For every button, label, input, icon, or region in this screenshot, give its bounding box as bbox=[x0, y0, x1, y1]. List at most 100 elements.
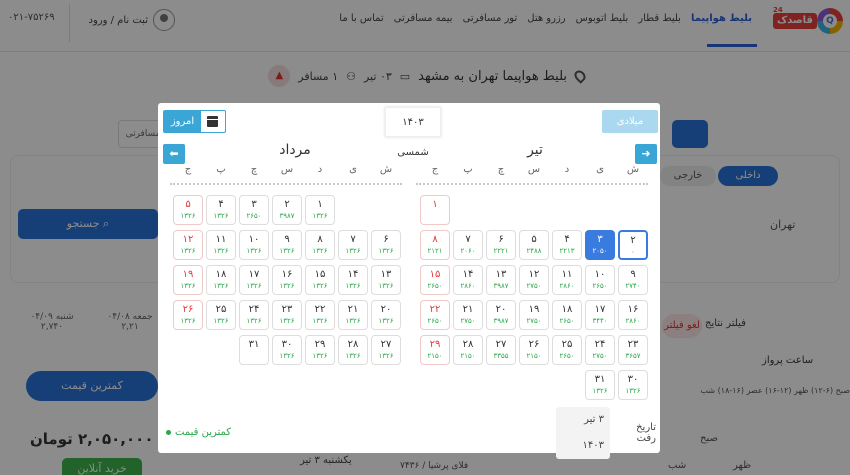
day-cell[interactable]: ۲۴ ۲۷۵۰ bbox=[585, 335, 615, 365]
day-number: ۲۳ bbox=[627, 339, 639, 350]
divider-dots bbox=[416, 183, 648, 185]
day-cell[interactable]: ۸ ۱۳۲۶ bbox=[305, 230, 335, 260]
day-price: ۲۴۸۸ bbox=[526, 247, 542, 255]
day-cell[interactable]: ۲۷ ۳۳۵۵ bbox=[486, 335, 516, 365]
day-number: ۲۳ bbox=[281, 304, 293, 315]
day-number: ۱۰ bbox=[594, 269, 606, 280]
day-price: ۱۳۲۶ bbox=[180, 212, 196, 220]
day-cell[interactable]: ۲ ۳۹۸۷ bbox=[272, 195, 302, 225]
day-cell[interactable]: ۹ ۲۷۴۰ bbox=[618, 265, 648, 295]
divider-dots bbox=[170, 183, 402, 185]
day-cell[interactable]: ۴ ۱۳۲۶ bbox=[206, 195, 236, 225]
day-cell[interactable]: ۱۶ ۱۳۲۶ bbox=[272, 265, 302, 295]
today-button[interactable]: امروز bbox=[164, 111, 201, 132]
day-cell[interactable]: ۱۲ ۲۷۵۰ bbox=[519, 265, 549, 295]
day-cell[interactable]: ۳ ۲۰۵۰ bbox=[585, 230, 615, 260]
day-cell[interactable]: ۲۵ ۱۳۲۶ bbox=[206, 300, 236, 330]
day-price: ۱۳۲۶ bbox=[592, 387, 608, 395]
legend-dot-icon bbox=[166, 430, 171, 435]
day-cell[interactable]: ۱۹ ۱۳۲۶ bbox=[173, 265, 203, 295]
day-cell[interactable]: ۲۴ ۱۳۲۶ bbox=[239, 300, 269, 330]
day-cell[interactable]: ۱۱ ۲۸۶۰ bbox=[552, 265, 582, 295]
today-button-group[interactable]: امروز bbox=[163, 110, 226, 133]
day-cell[interactable]: ۵ ۱۳۲۶ bbox=[173, 195, 203, 225]
prev-month-arrow-icon[interactable]: ⬅ bbox=[163, 144, 185, 164]
day-cell[interactable]: ۲۹ ۲۱۵۰ bbox=[420, 335, 450, 365]
day-cell[interactable]: ۳۱ bbox=[239, 335, 269, 365]
day-cell[interactable]: ۲۰ bbox=[618, 230, 648, 260]
day-number: ۳۱ bbox=[248, 339, 260, 350]
day-number: ۱۶ bbox=[281, 269, 293, 280]
year-selector[interactable]: ۱۴۰۳ شمسی bbox=[385, 107, 441, 158]
day-cell[interactable]: ۴ ۲۲۱۳ bbox=[552, 230, 582, 260]
day-cell[interactable]: ۱۷ ۱۳۲۶ bbox=[239, 265, 269, 295]
day-cell[interactable]: ۷ ۱۳۲۶ bbox=[338, 230, 368, 260]
day-cell[interactable]: ۱۷ ۳۴۴۰ bbox=[585, 300, 615, 330]
day-cell[interactable]: ۲۶ ۱۳۲۶ bbox=[173, 300, 203, 330]
day-number: ۲۸ bbox=[462, 339, 474, 350]
day-number: ۲۱ bbox=[347, 304, 359, 315]
day-cell[interactable]: ۱۴ ۲۸۶۰ bbox=[453, 265, 483, 295]
day-cell[interactable]: ۱ ۱۳۲۶ bbox=[305, 195, 335, 225]
day-cell[interactable]: ۳۰ ۱۳۲۶ bbox=[618, 370, 648, 400]
day-cell[interactable]: ۳۱ ۱۳۲۶ bbox=[585, 370, 615, 400]
day-cell[interactable]: ۸ ۲۱۲۱ bbox=[420, 230, 450, 260]
day-number: ۸ bbox=[432, 234, 438, 245]
day-number: ۲۲ bbox=[314, 304, 326, 315]
gregorian-toggle-button[interactable]: میلادی bbox=[602, 110, 658, 133]
day-cell[interactable]: ۲۱ ۱۳۲۶ bbox=[338, 300, 368, 330]
day-price: ۲۶۵۰ bbox=[246, 212, 262, 220]
day-number: ۱۶ bbox=[627, 304, 639, 315]
day-cell[interactable]: ۲۸ ۲۱۵۰ bbox=[453, 335, 483, 365]
day-cell[interactable]: ۲۶ ۲۱۵۰ bbox=[519, 335, 549, 365]
departure-date-footer: تاریخ رفت ۳ تیر ۱۴۰۳ bbox=[556, 407, 656, 459]
day-cell[interactable]: ۶ ۱۳۲۶ bbox=[371, 230, 401, 260]
day-cell[interactable]: ۱۱ ۱۳۲۶ bbox=[206, 230, 236, 260]
day-cell[interactable]: ۱۹ ۲۷۵۰ bbox=[519, 300, 549, 330]
day-cell[interactable]: ۲۷ ۱۳۲۶ bbox=[371, 335, 401, 365]
day-price: ۲۱۵۰ bbox=[427, 352, 443, 360]
day-cell[interactable]: ۱۸ ۱۳۲۶ bbox=[206, 265, 236, 295]
day-cell[interactable]: ۲۲ ۲۶۵۰ bbox=[420, 300, 450, 330]
day-cell[interactable]: ۲۰ ۱۳۲۶ bbox=[371, 300, 401, 330]
day-cell[interactable]: ۱۴ ۱۳۲۶ bbox=[338, 265, 368, 295]
day-cell[interactable]: ۵ ۲۴۸۸ bbox=[519, 230, 549, 260]
day-cell[interactable]: ۱۵ ۱۳۲۶ bbox=[305, 265, 335, 295]
day-number: ۲۹ bbox=[429, 339, 441, 350]
day-cell[interactable]: ۱۰ ۲۶۵۰ bbox=[585, 265, 615, 295]
day-cell[interactable]: ۱۵ ۲۶۵۰ bbox=[420, 265, 450, 295]
departure-label: تاریخ رفت bbox=[636, 422, 656, 444]
day-cell[interactable]: ۲۳ ۳۶۵۷ bbox=[618, 335, 648, 365]
day-cell[interactable]: ۱ bbox=[420, 195, 450, 225]
day-cell[interactable]: ۲۱ ۲۷۵۰ bbox=[453, 300, 483, 330]
day-price: ۱۳۲۶ bbox=[246, 317, 262, 325]
day-cell[interactable]: ۲۵ ۲۶۵۰ bbox=[552, 335, 582, 365]
day-cell[interactable]: ۶ ۲۲۲۱ bbox=[486, 230, 516, 260]
day-cell[interactable]: ۱۳ ۳۹۸۷ bbox=[486, 265, 516, 295]
day-cell[interactable]: ۱۶ ۲۸۶۰ bbox=[618, 300, 648, 330]
day-number: ۱۳ bbox=[380, 269, 392, 280]
day-cell[interactable]: ۳۰ ۱۳۲۶ bbox=[272, 335, 302, 365]
day-cell[interactable]: ۹ ۱۳۲۶ bbox=[272, 230, 302, 260]
day-price: ۱۳۲۶ bbox=[279, 247, 295, 255]
day-cell[interactable]: ۲۸ ۱۳۲۶ bbox=[338, 335, 368, 365]
day-price: ۱۳۲۶ bbox=[378, 247, 394, 255]
day-cell[interactable]: ۷ ۲۰۶۰ bbox=[453, 230, 483, 260]
day-price: ۲۸۶۰ bbox=[559, 282, 575, 290]
day-cell[interactable]: ۱۳ ۱۳۲۶ bbox=[371, 265, 401, 295]
day-cell[interactable]: ۱۲ ۱۳۲۶ bbox=[173, 230, 203, 260]
day-price: ۲۸۶۰ bbox=[625, 317, 641, 325]
day-cell[interactable]: ۲۹ ۱۳۲۶ bbox=[305, 335, 335, 365]
day-number: ۳ bbox=[597, 234, 603, 245]
day-price: ۲۶۵۰ bbox=[559, 352, 575, 360]
day-price: ۱۳۲۶ bbox=[180, 282, 196, 290]
day-price: ۲۶۵۰ bbox=[427, 317, 443, 325]
day-cell[interactable]: ۲۰ ۳۹۸۷ bbox=[486, 300, 516, 330]
day-cell[interactable]: ۱۰ ۱۳۲۶ bbox=[239, 230, 269, 260]
day-cell[interactable]: ۳ ۲۶۵۰ bbox=[239, 195, 269, 225]
next-month-arrow-icon[interactable]: ➜ bbox=[635, 144, 657, 164]
departure-value: ۳ تیر ۱۴۰۳ bbox=[556, 407, 610, 459]
day-cell[interactable]: ۲۲ ۱۳۲۶ bbox=[305, 300, 335, 330]
day-cell[interactable]: ۱۸ ۲۶۵۰ bbox=[552, 300, 582, 330]
day-cell[interactable]: ۲۳ ۱۳۲۶ bbox=[272, 300, 302, 330]
